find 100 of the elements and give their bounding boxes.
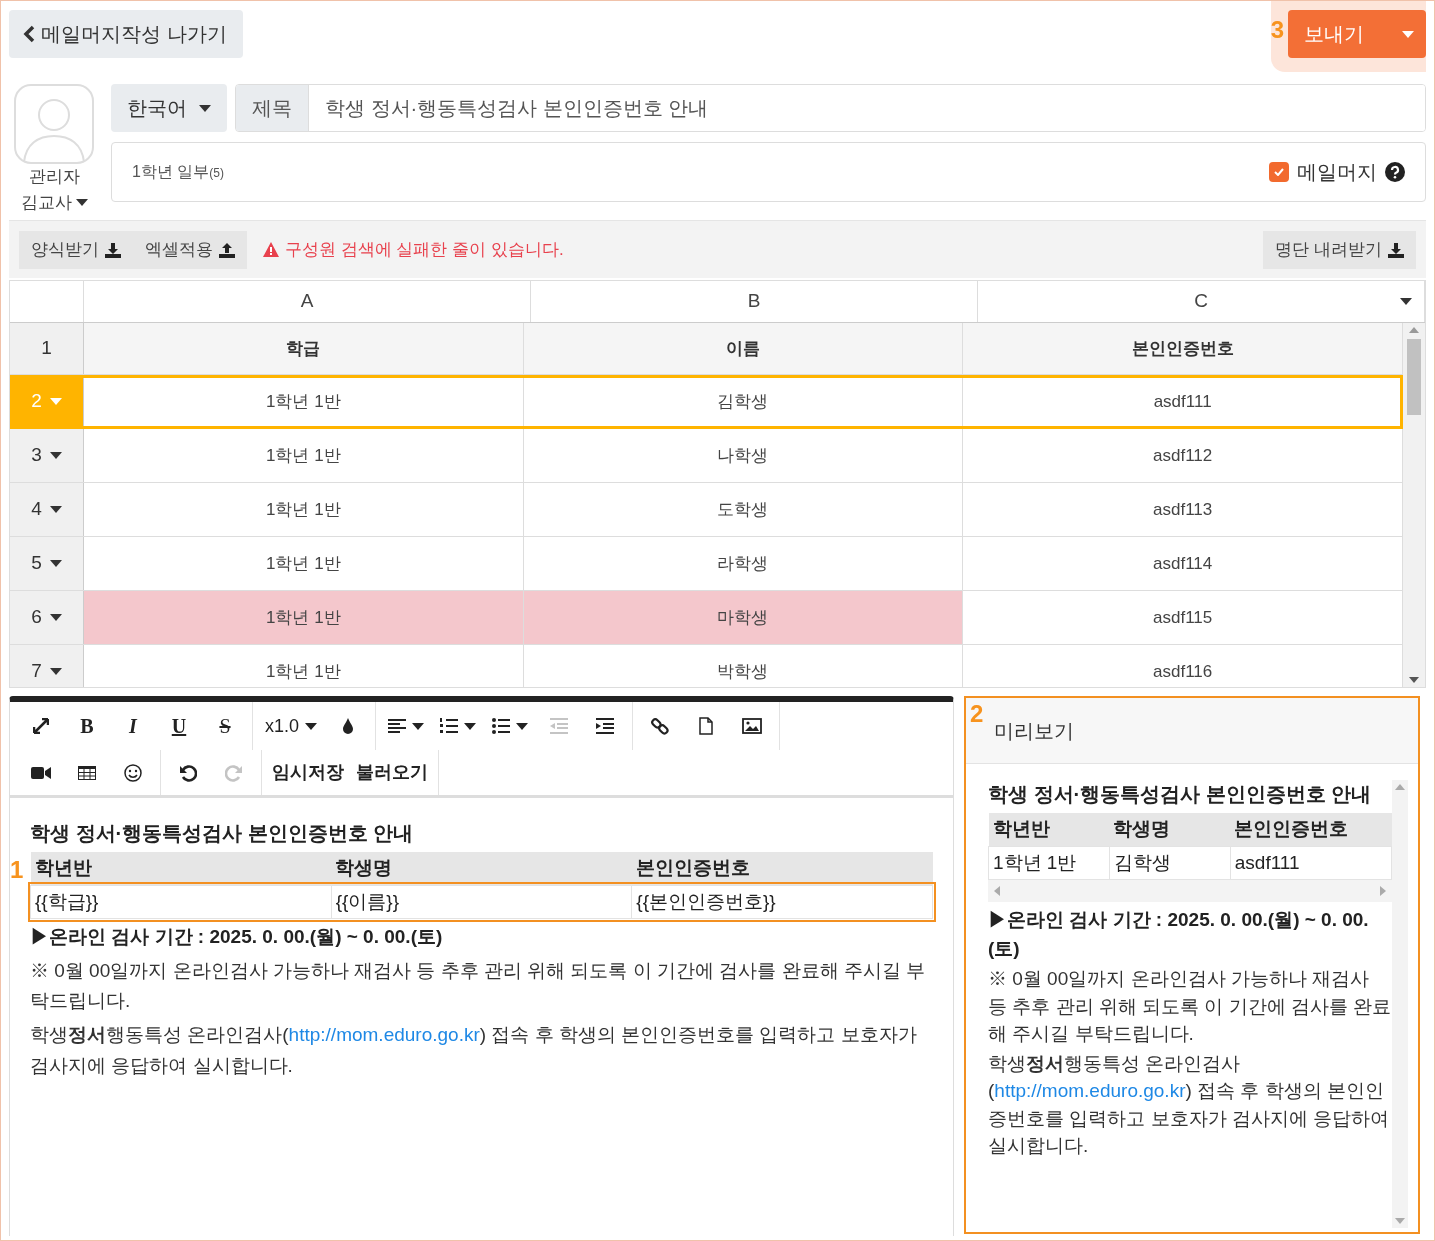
scroll-thumb[interactable] [1407, 339, 1421, 415]
table-cell: {{학급}} [30, 885, 332, 919]
url-link[interactable]: http://mom.eduro.go.kr [994, 1080, 1186, 1102]
subject-field[interactable]: 제목 학생 정서·행동특성검사 본인인증번호 안내 [235, 84, 1426, 132]
callout-number: 3 [1270, 18, 1284, 42]
period-text: ▶온라인 검사 기간 : 2025. 0. 00.(월) ~ 0. 00.(토) [988, 908, 1370, 961]
smiley-icon [124, 763, 142, 782]
table-cell: 라학생 [523, 537, 964, 590]
download-icon [105, 241, 121, 258]
table-cell: asdf114 [963, 537, 1403, 590]
recipients-text[interactable]: 1학년 일부(5) [132, 160, 224, 184]
table-cell: 1학년 1반 [84, 375, 524, 428]
upload-button[interactable]: 엑셀적용 [133, 230, 247, 269]
toolbar-button[interactable]: 불러오기 [350, 752, 434, 793]
row-number[interactable]: 4 [31, 495, 42, 524]
help-icon [1385, 162, 1405, 182]
warning-icon [263, 242, 279, 257]
table-cell: {{본인인증번호}} [631, 885, 933, 919]
scrollbar[interactable] [1403, 323, 1425, 687]
table-cell: 1학년 1반 [84, 591, 524, 644]
table-cell: asdf111 [963, 375, 1403, 428]
table-row[interactable]: 4 1학년 1반 도학생 asdf113 [10, 483, 1403, 537]
caret-icon [199, 104, 211, 112]
strikethrough-button[interactable]: S [202, 706, 248, 746]
table-icon [78, 765, 96, 780]
table-row[interactable]: 2 1학년 1반 김학생 asdf111 [10, 375, 1403, 429]
back-button[interactable]: 메일머지작성 나가기 [9, 10, 243, 58]
caret-icon [49, 506, 62, 513]
toolbar-button[interactable]: 임시저장 [266, 752, 350, 793]
document-title: 학생 정서·행동특성검사 본인인증번호 안내 [988, 782, 1373, 807]
italic-button[interactable]: I [110, 706, 156, 746]
caret-icon [464, 722, 477, 730]
table-cell: 마학생 [523, 591, 964, 644]
indent-icon [596, 718, 615, 734]
instruction-text: 학생정서행동특성 온라인검사(http://mom.eduro.go.kr) 접속 후 학생의 본인인증번호를 입력하고 보호자가 검사지에 응답하여 실시합니다. [988, 1051, 1391, 1159]
table-cell: 나학생 [523, 429, 964, 482]
column-header[interactable]: C [978, 281, 1425, 322]
table-cell: asdf113 [963, 483, 1403, 536]
row-number[interactable]: 7 [31, 657, 42, 686]
table-row[interactable]: 6 1학년 1반 마학생 asdf115 [10, 591, 1403, 645]
row-number[interactable]: 6 [31, 603, 42, 632]
table-cell: 1학년 1반 [988, 846, 1110, 880]
row-number[interactable]: 3 [31, 441, 42, 470]
table-cell: 1학년 1반 [84, 429, 524, 482]
document-title: 학생 정서·행동특성검사 본인인증번호 안내 [30, 821, 415, 846]
table-header: 학년반 [30, 852, 332, 885]
mail-merge-checkbox[interactable] [1269, 162, 1289, 182]
bullet-list-icon [492, 718, 511, 734]
warning-message: 구성원 검색에 실패한 줄이 있습니다. [285, 238, 564, 261]
document-icon [699, 717, 714, 735]
url-link[interactable]: http://mom.eduro.go.kr [288, 1024, 480, 1046]
download-button[interactable]: 양식받기 [19, 230, 133, 269]
mail-merge-label: 메일머지 [1297, 160, 1377, 185]
caret-icon [1400, 298, 1412, 305]
sender-role: 관리자 [27, 166, 81, 188]
upload-icon [219, 241, 235, 258]
font-size-dropdown[interactable]: x1.0 [257, 706, 326, 746]
callout-number: 2 [970, 702, 984, 726]
table-header: 학년반 [988, 813, 1110, 846]
subject-label: 제목 [236, 85, 309, 131]
caret-icon [49, 560, 62, 567]
table-cell: {{이름}} [331, 885, 632, 919]
export-button[interactable]: 명단 내려받기 [1263, 230, 1416, 269]
outdent-icon [550, 718, 569, 734]
table-cell: 도학생 [523, 483, 964, 536]
table-row[interactable]: 3 1학년 1반 나학생 asdf112 [10, 429, 1403, 483]
table-cell: 1학년 1반 [84, 537, 524, 590]
caret-icon [75, 198, 88, 206]
table-cell: 김학생 [523, 375, 964, 428]
table-cell: asdf111 [1230, 846, 1392, 880]
caret-icon [516, 722, 529, 730]
bold-button[interactable]: B [64, 706, 110, 746]
table-cell: 김학생 [1109, 846, 1231, 880]
callout-number: 1 [10, 858, 24, 882]
row-number[interactable]: 1 [10, 323, 84, 374]
undo-icon [179, 763, 197, 782]
language-dropdown[interactable]: 한국어 [111, 84, 227, 132]
align-left-icon [388, 718, 407, 734]
table-cell: 1학년 1반 [84, 645, 524, 687]
video-camera-icon [31, 765, 51, 780]
table-cell: 1학년 1반 [84, 483, 524, 536]
table-cell: 박학생 [523, 645, 964, 687]
sender-name[interactable]: 김교사 [20, 189, 72, 215]
image-icon [742, 718, 763, 734]
caret-icon [305, 722, 318, 730]
chevron-left-icon [23, 25, 35, 43]
caret-icon [49, 668, 62, 675]
row-number[interactable]: 5 [31, 549, 42, 578]
instruction-text: 학생정서행동특성 온라인검사(http://mom.eduro.go.kr) 접속 후 학생의 본인인증번호를 입력하고 보호자가 검사지에 응답하여 실시합니다. [30, 1023, 918, 1078]
table-cell: asdf115 [963, 591, 1403, 644]
fullscreen-icon [33, 718, 49, 734]
column-header[interactable]: A [84, 281, 531, 322]
column-header[interactable]: B [531, 281, 978, 322]
header-cell: 이름 [523, 323, 964, 374]
underline-button[interactable]: U [156, 706, 202, 746]
redo-icon [225, 763, 243, 782]
send-dropdown-button[interactable] [1390, 10, 1426, 58]
notice-text: ※ 0월 00일까지 온라인검사 가능하나 재검사 등 추후 관리 위해 되도록 이 기간에 검사를 완료해 주시길 부탁드립니다. [30, 958, 927, 1013]
caret-icon [412, 722, 425, 730]
scroll-down-icon[interactable] [1409, 677, 1419, 683]
